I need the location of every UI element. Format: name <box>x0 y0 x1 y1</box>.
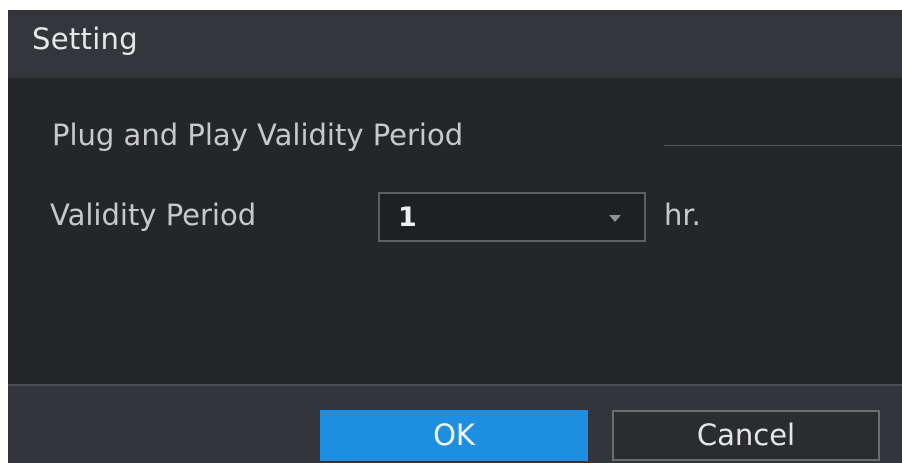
dialog-footer: OK Cancel <box>8 384 902 463</box>
ok-button[interactable]: OK <box>320 410 588 461</box>
dropdown-arrow-icon[interactable] <box>609 215 621 222</box>
dialog-title: Setting <box>32 22 138 56</box>
unit-label: hr. <box>664 198 701 232</box>
validity-period-value: 1 <box>398 202 417 233</box>
dialog-title-bar: Setting <box>8 10 902 78</box>
validity-period-select[interactable]: 1 <box>378 192 646 242</box>
validity-period-label: Validity Period <box>50 198 257 232</box>
section-divider <box>664 145 902 146</box>
setting-dialog: Setting Plug and Play Validity Period Va… <box>8 10 902 463</box>
cancel-button[interactable]: Cancel <box>612 410 880 461</box>
section-title: Plug and Play Validity Period <box>52 118 464 152</box>
